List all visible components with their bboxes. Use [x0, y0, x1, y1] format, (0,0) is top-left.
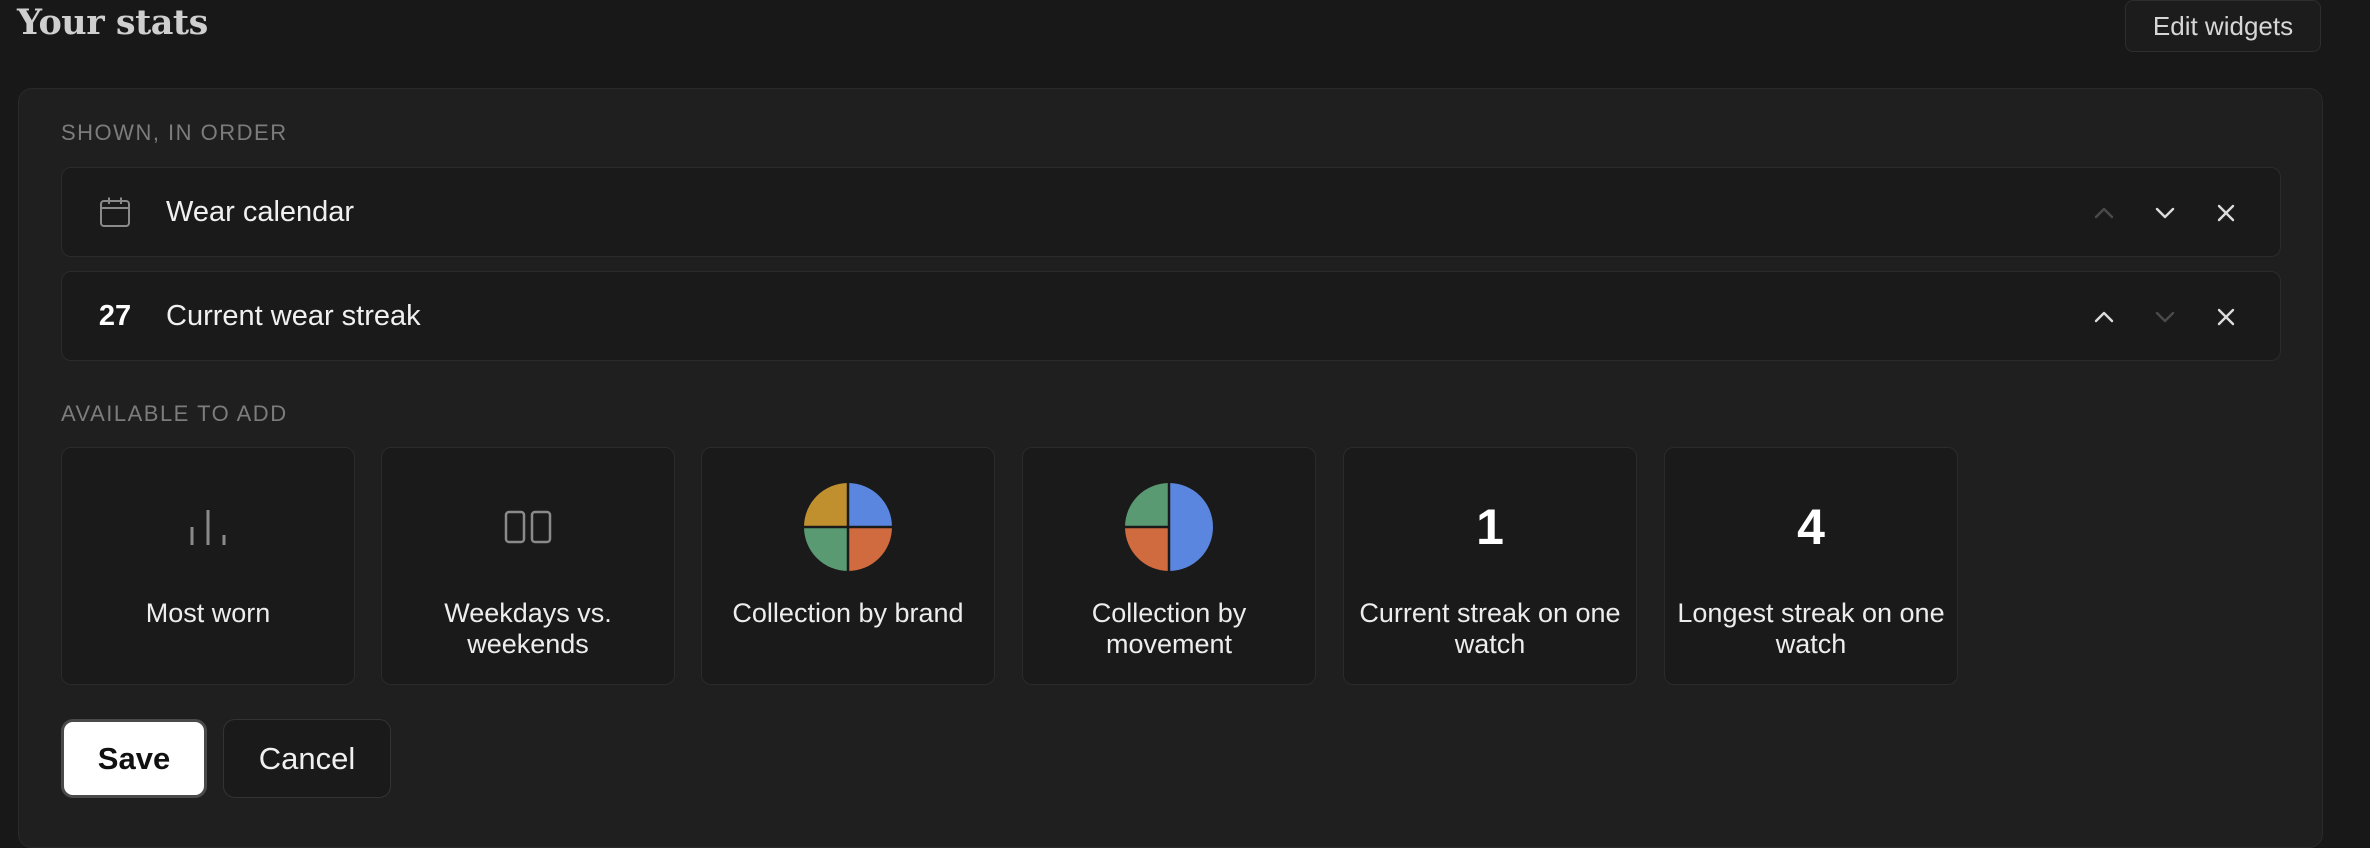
add-widget-tile[interactable]: Collection by movement — [1022, 447, 1316, 685]
tile-label: Current streak on one watch — [1359, 598, 1621, 659]
add-widget-tile[interactable]: 1 Current streak on one watch — [1343, 447, 1637, 685]
edit-widgets-button[interactable]: Edit widgets — [2125, 0, 2321, 52]
pie-chart-icon — [804, 483, 892, 571]
chevron-down-icon — [2155, 311, 2175, 323]
available-section-label: AVAILABLE TO ADD — [61, 401, 288, 426]
widget-label: Current wear streak — [166, 299, 421, 332]
add-widget-tile[interactable]: Most worn — [61, 447, 355, 685]
streak-value: 27 — [98, 299, 132, 332]
close-icon — [2217, 204, 2235, 222]
add-widget-tile[interactable]: Collection by brand — [701, 447, 995, 685]
chevron-up-icon — [2094, 207, 2114, 219]
calendar-icon — [98, 168, 132, 256]
chevron-down-icon — [2155, 207, 2175, 219]
pie-chart-icon — [1125, 483, 1213, 571]
shown-section-label: SHOWN, IN ORDER — [61, 120, 288, 145]
remove-button[interactable] — [2206, 193, 2246, 233]
tile-value: 4 — [1797, 499, 1825, 555]
move-up-button[interactable] — [2084, 297, 2124, 337]
page-title: Your stats — [17, 2, 208, 43]
move-up-button[interactable] — [2084, 193, 2124, 233]
shown-widget-row: Wear calendar — [61, 167, 2281, 257]
widget-label: Wear calendar — [166, 195, 355, 228]
tile-label: Collection by brand — [732, 598, 964, 628]
tile-label: Longest streak on one watch — [1677, 598, 1945, 659]
add-widget-tile[interactable]: Weekdays vs. weekends — [381, 447, 675, 685]
cancel-button[interactable]: Cancel — [223, 719, 391, 798]
bar-chart-icon — [190, 510, 226, 545]
tile-value: 1 — [1476, 499, 1504, 555]
save-button[interactable]: Save — [61, 719, 207, 798]
add-widget-tile[interactable]: 4 Longest streak on one watch — [1664, 447, 1958, 685]
tile-label: Collection by movement — [1091, 598, 1247, 659]
tile-label: Most worn — [145, 598, 271, 628]
columns-icon — [504, 510, 552, 544]
widget-editor-panel: SHOWN, IN ORDER Wear calendar 27 Current… — [18, 88, 2323, 848]
tile-label: Weekdays vs. weekends — [444, 598, 612, 659]
move-down-button[interactable] — [2145, 193, 2185, 233]
remove-button[interactable] — [2206, 297, 2246, 337]
move-down-button[interactable] — [2145, 297, 2185, 337]
chevron-up-icon — [2094, 311, 2114, 323]
shown-widget-row: 27 Current wear streak — [61, 271, 2281, 361]
close-icon — [2217, 308, 2235, 326]
